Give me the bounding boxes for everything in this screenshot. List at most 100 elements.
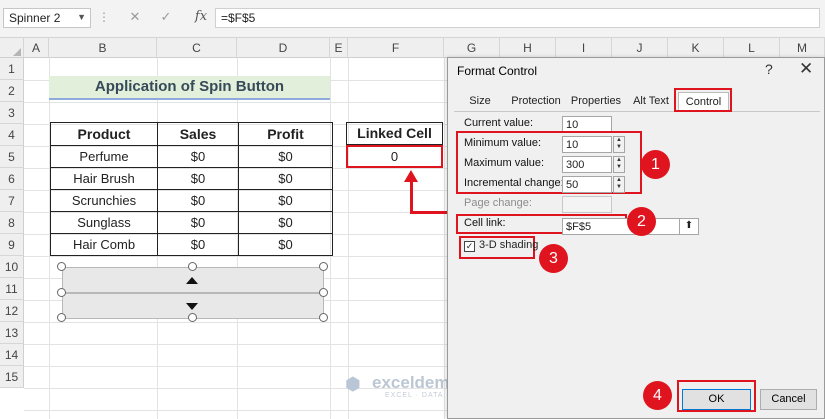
maximum-value-spinner[interactable]: ▲ ▼ bbox=[613, 156, 625, 173]
arrow-down-icon[interactable]: ▼ bbox=[614, 184, 624, 191]
dialog-tabs: Size Protection Properties Alt Text Cont… bbox=[454, 88, 820, 112]
tab-size[interactable]: Size bbox=[458, 93, 502, 111]
incremental-change-label: Incremental change: bbox=[464, 177, 564, 189]
maximum-value-label: Maximum value: bbox=[464, 157, 545, 169]
cancel-icon[interactable]: ✕ bbox=[124, 9, 146, 27]
row-header[interactable]: 6 bbox=[0, 168, 24, 190]
column-header[interactable]: E bbox=[330, 38, 348, 58]
table-cell[interactable]: $0 bbox=[238, 145, 333, 168]
resize-handle[interactable] bbox=[57, 262, 66, 271]
row-header[interactable]: 7 bbox=[0, 190, 24, 212]
incremental-change-spinner[interactable]: ▲ ▼ bbox=[613, 176, 625, 193]
arrow-up-icon bbox=[186, 277, 198, 284]
linked-cell-value[interactable]: 0 bbox=[346, 145, 443, 168]
column-header[interactable]: J bbox=[612, 38, 668, 58]
tab-protection[interactable]: Protection bbox=[506, 93, 566, 111]
arrow-down-icon[interactable]: ▼ bbox=[614, 164, 624, 171]
row-header[interactable]: 14 bbox=[0, 344, 24, 366]
column-header[interactable]: B bbox=[49, 38, 157, 58]
column-header[interactable]: L bbox=[724, 38, 780, 58]
table-cell[interactable]: Perfume bbox=[50, 145, 158, 168]
table-cell[interactable]: Hair Comb bbox=[50, 233, 158, 256]
row-header[interactable]: 15 bbox=[0, 366, 24, 388]
row-header[interactable]: 12 bbox=[0, 300, 24, 322]
enter-icon[interactable]: ✓ bbox=[155, 9, 177, 27]
table-header[interactable]: Sales bbox=[157, 122, 239, 146]
tab-alt-text[interactable]: Alt Text bbox=[626, 93, 676, 111]
annotation-badge: 4 bbox=[643, 381, 672, 410]
resize-handle[interactable] bbox=[319, 288, 328, 297]
table-row: Scrunchies $0 $0 bbox=[50, 189, 333, 212]
minimum-value-spinner[interactable]: ▲ ▼ bbox=[613, 136, 625, 153]
arrow-up-icon[interactable]: ▲ bbox=[614, 177, 624, 184]
column-header[interactable]: M bbox=[780, 38, 825, 58]
row-header[interactable]: 1 bbox=[0, 58, 24, 80]
column-header[interactable]: I bbox=[556, 38, 612, 58]
table-header[interactable]: Product bbox=[50, 122, 158, 146]
row-header[interactable]: 5 bbox=[0, 146, 24, 168]
resize-handle[interactable] bbox=[319, 313, 328, 322]
shading-checkbox[interactable]: ✓ bbox=[464, 241, 475, 252]
row-header[interactable]: 4 bbox=[0, 124, 24, 146]
table-cell[interactable]: $0 bbox=[157, 233, 239, 256]
table-row: Hair Brush $0 $0 bbox=[50, 167, 333, 190]
row-header[interactable]: 8 bbox=[0, 212, 24, 234]
arrow-down-icon bbox=[186, 303, 198, 310]
annotation-arrow bbox=[410, 180, 413, 212]
column-header[interactable]: F bbox=[348, 38, 444, 58]
table-header[interactable]: Profit bbox=[238, 122, 333, 146]
row-header[interactable]: 11 bbox=[0, 278, 24, 300]
formula-input[interactable]: =$F$5 bbox=[215, 8, 820, 28]
close-icon[interactable]: ✕ bbox=[799, 59, 813, 79]
row-header[interactable]: 13 bbox=[0, 322, 24, 344]
maximum-value-field[interactable]: 300 bbox=[562, 156, 612, 173]
column-header[interactable]: K bbox=[668, 38, 724, 58]
incremental-change-field[interactable]: 50 bbox=[562, 176, 612, 193]
column-header[interactable]: C bbox=[157, 38, 237, 58]
row-header[interactable]: 2 bbox=[0, 80, 24, 102]
arrow-up-icon[interactable]: ▲ bbox=[614, 137, 624, 144]
table-cell[interactable]: $0 bbox=[238, 211, 333, 234]
table-cell[interactable]: $0 bbox=[238, 167, 333, 190]
table-cell[interactable]: Hair Brush bbox=[50, 167, 158, 190]
row-header[interactable]: 9 bbox=[0, 234, 24, 256]
table-row: Perfume $0 $0 bbox=[50, 145, 333, 168]
table-cell[interactable]: Scrunchies bbox=[50, 189, 158, 212]
column-header[interactable]: H bbox=[500, 38, 556, 58]
arrow-down-icon[interactable]: ▼ bbox=[614, 144, 624, 151]
column-header[interactable]: D bbox=[237, 38, 330, 58]
column-header[interactable]: A bbox=[24, 38, 49, 58]
formula-bar-separator: ⋮ bbox=[98, 10, 110, 24]
insert-function-icon[interactable]: fx bbox=[190, 9, 212, 27]
name-box[interactable]: Spinner 2 ▼ bbox=[3, 8, 91, 28]
table-cell[interactable]: $0 bbox=[238, 189, 333, 212]
resize-handle[interactable] bbox=[188, 262, 197, 271]
arrow-up-icon[interactable]: ▲ bbox=[614, 157, 624, 164]
name-box-value: Spinner 2 bbox=[9, 11, 61, 25]
cell-link-field[interactable]: $F$5 bbox=[562, 218, 680, 235]
table-cell[interactable]: $0 bbox=[157, 167, 239, 190]
annotation-badge: 2 bbox=[627, 207, 656, 236]
linked-cell-header[interactable]: Linked Cell bbox=[346, 122, 443, 145]
table-cell[interactable]: $0 bbox=[157, 211, 239, 234]
chevron-down-icon[interactable]: ▼ bbox=[77, 12, 86, 22]
resize-handle[interactable] bbox=[319, 262, 328, 271]
resize-handle[interactable] bbox=[57, 313, 66, 322]
table-cell[interactable]: $0 bbox=[238, 233, 333, 256]
collapse-dialog-icon[interactable]: ⬆ bbox=[679, 218, 699, 235]
table-cell[interactable]: Sunglass bbox=[50, 211, 158, 234]
row-header[interactable]: 10 bbox=[0, 256, 24, 278]
resize-handle[interactable] bbox=[188, 313, 197, 322]
table-cell[interactable]: $0 bbox=[157, 189, 239, 212]
ok-button[interactable]: OK bbox=[682, 389, 751, 410]
tab-properties[interactable]: Properties bbox=[568, 93, 624, 111]
cancel-button[interactable]: Cancel bbox=[760, 389, 817, 410]
resize-handle[interactable] bbox=[57, 288, 66, 297]
minimum-value-field[interactable]: 10 bbox=[562, 136, 612, 153]
table-cell[interactable]: $0 bbox=[157, 145, 239, 168]
table-header-row: Product Sales Profit bbox=[50, 122, 333, 146]
select-all-corner[interactable] bbox=[0, 38, 24, 58]
column-header[interactable]: G bbox=[444, 38, 500, 58]
row-header[interactable]: 3 bbox=[0, 102, 24, 124]
help-icon[interactable]: ? bbox=[765, 61, 773, 77]
